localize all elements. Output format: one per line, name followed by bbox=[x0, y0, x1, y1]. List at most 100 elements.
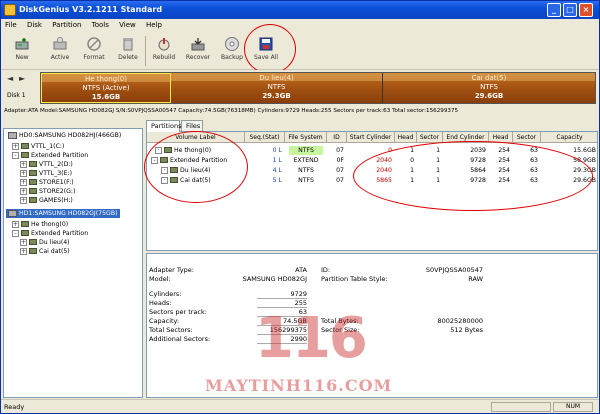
cell-start-sector: 1 bbox=[436, 167, 440, 174]
col-header-head[interactable]: Head bbox=[395, 132, 417, 143]
tree-item[interactable]: + VTTL_1(C:) bbox=[12, 142, 64, 151]
expand-icon[interactable]: + bbox=[20, 160, 27, 168]
cell-end-cylinder: 2039 bbox=[470, 147, 486, 154]
tab-partitions[interactable]: Partitions bbox=[146, 120, 181, 132]
tab-files[interactable]: Files bbox=[181, 120, 203, 131]
expand-icon[interactable]: + bbox=[20, 178, 27, 186]
menu-file[interactable]: File bbox=[1, 19, 21, 32]
menu-tools[interactable]: Tools bbox=[88, 19, 113, 32]
rebuild-button[interactable]: Rebuild bbox=[149, 34, 179, 68]
col-header-volume-label[interactable]: Volume Label bbox=[147, 132, 245, 143]
label-model: Model: bbox=[149, 275, 171, 283]
cell-file-system: NTFS bbox=[289, 146, 323, 155]
tree-item[interactable]: + STORE2(G:) bbox=[20, 187, 75, 196]
cell-start-head: 0 bbox=[410, 157, 414, 164]
tree-item[interactable]: - Extended Partition bbox=[12, 229, 88, 238]
tree-item[interactable]: + STORE1(F:) bbox=[20, 178, 74, 187]
tree-item[interactable]: + GAMES(H:) bbox=[20, 196, 73, 205]
tree-item[interactable]: + Du lieu(4) bbox=[20, 238, 70, 247]
save-all-button[interactable]: Save All bbox=[251, 34, 281, 68]
cell-end-sector: 63 bbox=[530, 157, 538, 164]
col-header-seq[interactable]: Seq.(Stat) bbox=[245, 132, 285, 143]
partition-segment-he-thong[interactable]: He thong(0) NTFS (Active) 15.6GB bbox=[41, 73, 171, 103]
disk-map-bar: ◄ ► Disk 1 He thong(0) NTFS (Active) 15.… bbox=[1, 70, 599, 106]
cell-id: 0F bbox=[336, 157, 345, 164]
format-button[interactable]: Format bbox=[79, 34, 109, 68]
menu-help[interactable]: Help bbox=[142, 19, 166, 32]
col-header-sector[interactable]: Sector bbox=[417, 132, 443, 143]
cell-start-cylinder: 2040 bbox=[376, 157, 392, 164]
tree-item[interactable]: + He thong(0) bbox=[12, 220, 68, 229]
partition-icon bbox=[160, 157, 168, 163]
cell-start-sector: 1 bbox=[436, 157, 440, 164]
active-label: Active bbox=[50, 54, 70, 61]
cell-end-sector: 63 bbox=[530, 147, 538, 154]
menu-bar: File Disk Partition Tools View Help bbox=[1, 19, 599, 32]
col-header-file-system[interactable]: File System bbox=[285, 132, 327, 143]
col-header-end-cylinder[interactable]: End Cylinder bbox=[443, 132, 489, 143]
rebuild-label: Rebuild bbox=[152, 54, 176, 61]
label-additional-sectors: Additional Sectors: bbox=[149, 335, 211, 343]
cell-seq: 5 L bbox=[272, 177, 282, 184]
col-header-end-head[interactable]: Head bbox=[489, 132, 513, 143]
recover-button[interactable]: Recover bbox=[183, 34, 213, 68]
menu-view[interactable]: View bbox=[115, 19, 140, 32]
active-button[interactable]: Active bbox=[45, 34, 75, 68]
expand-icon[interactable]: + bbox=[20, 238, 27, 246]
tree-item[interactable]: - Extended Partition bbox=[12, 151, 88, 160]
value-partition-table-style: RAW bbox=[468, 275, 483, 283]
tree-item[interactable]: + Cai dat(5) bbox=[20, 247, 70, 256]
menu-partition[interactable]: Partition bbox=[48, 19, 85, 32]
tree-label: GAMES(H:) bbox=[39, 197, 73, 204]
table-row[interactable]: - Extended Partition bbox=[149, 156, 245, 165]
expand-icon[interactable]: + bbox=[20, 187, 27, 195]
partition-segment-cai-dat[interactable]: Cai dat(5) NTFS 29.6GB bbox=[383, 73, 595, 103]
cell-end-head: 254 bbox=[498, 167, 510, 174]
tree-disk-hd1[interactable]: HD1:SAMSUNG HD082GJ(75GB) bbox=[6, 209, 120, 218]
cell-start-head: 1 bbox=[410, 147, 414, 154]
col-header-start-cylinder[interactable]: Start Cylinder bbox=[347, 132, 395, 143]
collapse-icon[interactable]: - bbox=[12, 229, 19, 237]
tree-dot-icon: · bbox=[161, 166, 168, 174]
tree-disk-hd0[interactable]: HD0:SAMSUNG HD082HJ(466GB) bbox=[6, 131, 124, 140]
label-partition-table-style: Partition Table Style: bbox=[321, 275, 388, 283]
title-bar[interactable]: DiskGenius V3.2.1211 Standard _ □ × bbox=[1, 1, 599, 19]
partition-icon bbox=[21, 152, 29, 158]
expand-icon[interactable]: + bbox=[20, 196, 27, 204]
new-button[interactable]: New bbox=[7, 34, 37, 68]
tree-item[interactable]: + VTTL_2(D:) bbox=[20, 160, 73, 169]
save-all-icon bbox=[259, 37, 273, 51]
table-row[interactable]: · Cai dat(5) bbox=[159, 176, 245, 185]
toolbar: New Active Format Delete Rebuild Recover… bbox=[1, 32, 599, 70]
expand-icon[interactable]: + bbox=[12, 220, 19, 228]
close-button[interactable]: × bbox=[579, 3, 593, 17]
delete-label: Delete bbox=[118, 54, 138, 61]
cell-file-system: EXTEND bbox=[293, 157, 319, 164]
prev-disk-button[interactable]: ◄ bbox=[7, 74, 13, 83]
table-row[interactable]: · He thong(0) bbox=[153, 146, 245, 155]
partition-segment-du-lieu[interactable]: Du lieu(4) NTFS 29.3GB bbox=[171, 73, 383, 103]
delete-button[interactable]: Delete bbox=[113, 34, 143, 68]
col-header-capacity[interactable]: Capacity bbox=[541, 132, 597, 143]
watermark-number: 116 bbox=[255, 306, 368, 371]
partition-map: He thong(0) NTFS (Active) 15.6GB Du lieu… bbox=[40, 72, 596, 104]
cell-seq: 1 L bbox=[272, 157, 282, 164]
label-adapter-type: Adapter Type: bbox=[149, 266, 194, 274]
backup-button[interactable]: Backup bbox=[217, 34, 247, 68]
maximize-button[interactable]: □ bbox=[563, 3, 577, 17]
cell-file-system: NTFS bbox=[298, 177, 314, 184]
tree-label: STORE2(G:) bbox=[39, 188, 76, 195]
next-disk-button[interactable]: ► bbox=[19, 74, 25, 83]
expand-icon[interactable]: + bbox=[20, 169, 27, 177]
menu-disk[interactable]: Disk bbox=[23, 19, 46, 32]
minimize-button[interactable]: _ bbox=[547, 3, 561, 17]
collapse-icon[interactable]: - bbox=[151, 156, 158, 164]
table-row[interactable]: · Du lieu(4) bbox=[159, 166, 245, 175]
col-header-id[interactable]: ID bbox=[327, 132, 347, 143]
collapse-icon[interactable]: - bbox=[12, 151, 19, 159]
tree-item[interactable]: + VTTL_3(E:) bbox=[20, 169, 72, 178]
expand-icon[interactable]: + bbox=[12, 142, 19, 150]
recover-icon bbox=[191, 38, 205, 51]
col-header-end-sector[interactable]: Sector bbox=[513, 132, 541, 143]
expand-icon[interactable]: + bbox=[20, 247, 27, 255]
